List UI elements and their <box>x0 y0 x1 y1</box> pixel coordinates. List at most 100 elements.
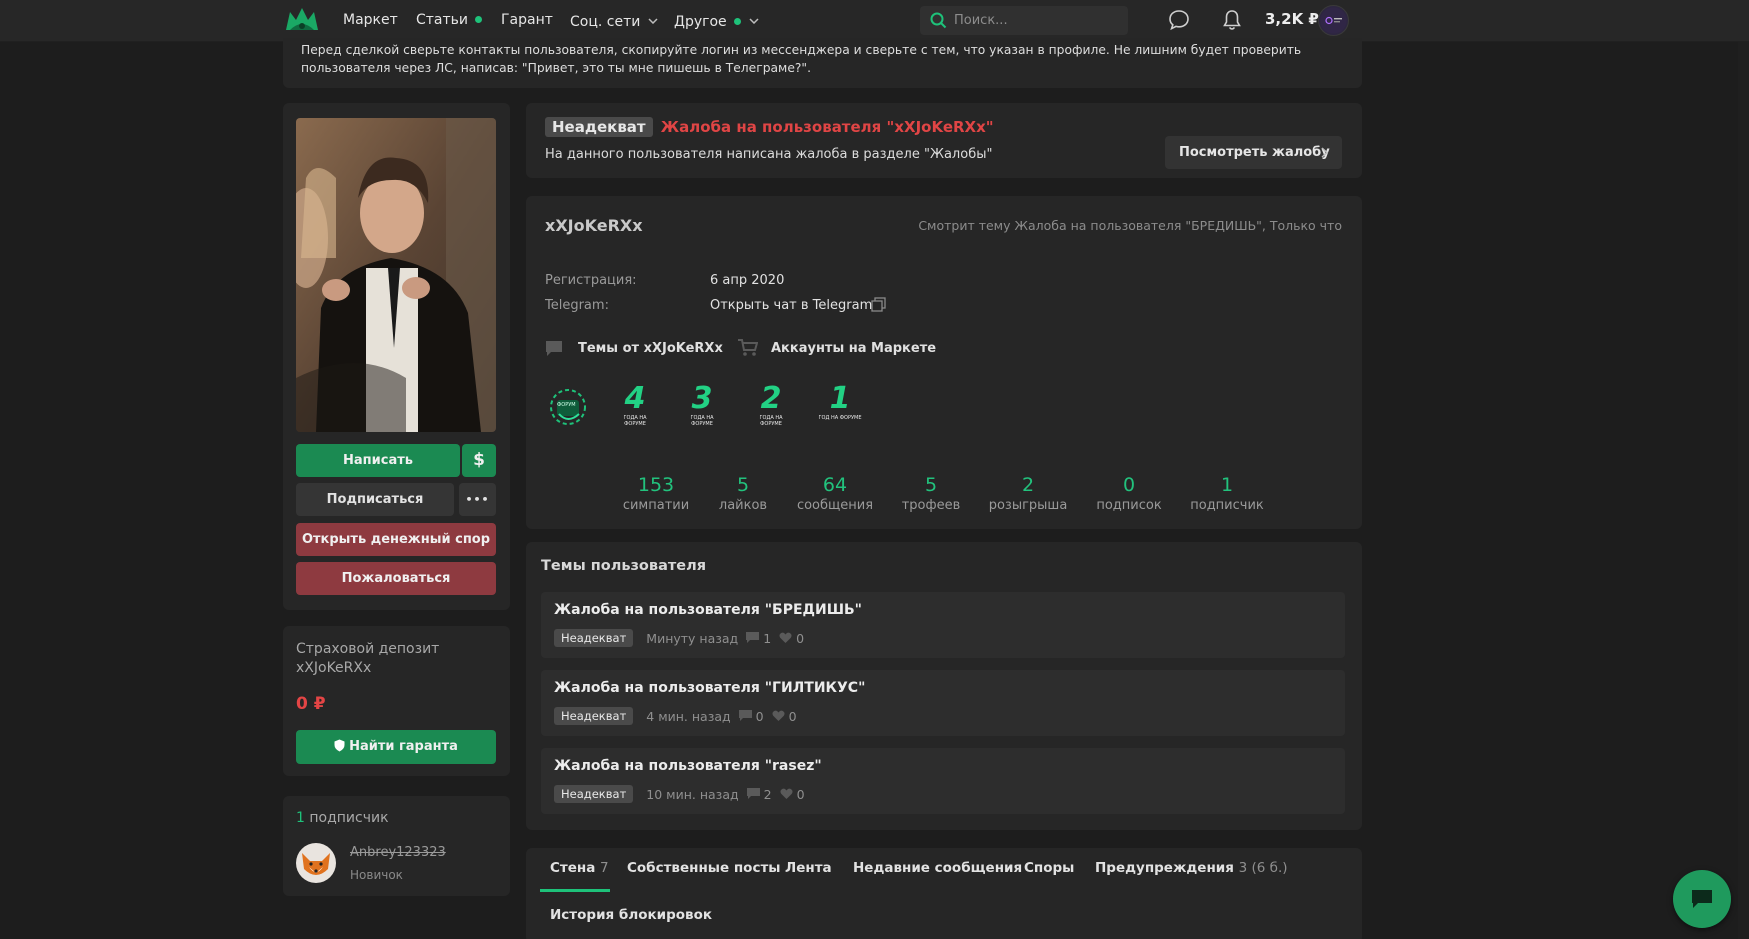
nav-articles[interactable]: Статьи <box>416 12 483 28</box>
stat-giveaways-number: 2 <box>1021 474 1035 496</box>
open-dispute-button[interactable]: Открыть денежный спор <box>296 523 496 556</box>
subscriber-rank: Новичок <box>350 868 403 882</box>
copy-icon[interactable] <box>871 297 886 316</box>
topic-tag[interactable]: Неадекват <box>554 707 634 725</box>
badge-2-years-icon[interactable]: 2 ГОДА НА ФОРУМЕ <box>748 384 794 430</box>
badge-2-text: ГОДА НА ФОРУМЕ <box>690 415 714 427</box>
telegram-label: Telegram: <box>545 298 609 313</box>
nav-other[interactable]: Другое <box>674 12 759 30</box>
tab-wall[interactable]: Стена 7 <box>550 860 609 876</box>
stat-trophies[interactable]: 5 трофеев <box>876 474 986 513</box>
tab-warnings-count: 3 (6 б.) <box>1238 860 1288 876</box>
stat-following-label: подписок <box>1096 498 1162 513</box>
stat-followers[interactable]: 1 подписчик <box>1172 474 1282 513</box>
stat-following[interactable]: 0 подписок <box>1074 474 1184 513</box>
badge-0-text: ФОРУМ <box>557 402 576 408</box>
stat-following-number: 0 <box>1122 474 1136 496</box>
badge-1-text: ГОДА НА ФОРУМЕ <box>623 415 647 427</box>
telegram-link[interactable]: Открыть чат в Telegram <box>710 298 872 313</box>
forum-trophy-icon[interactable]: ФОРУМ <box>545 384 591 430</box>
tab-warnings-label: Предупреждения <box>1095 860 1234 876</box>
chevron-right-icon <box>1321 147 1328 158</box>
nav-guarantor[interactable]: Гарант <box>501 12 553 28</box>
topic-time: Минуту назад <box>646 630 739 646</box>
report-button[interactable]: Пожаловаться <box>296 562 496 595</box>
send-money-button[interactable]: $ <box>462 444 496 477</box>
search-box[interactable] <box>920 6 1128 35</box>
topic-meta: Неадекват Минуту назад 1 0 <box>554 629 804 647</box>
shield-icon <box>334 739 345 752</box>
stat-messages[interactable]: 64 сообщения <box>780 474 890 513</box>
stat-followers-number: 1 <box>1220 474 1234 496</box>
topic-title[interactable]: Жалоба на пользователя "rasez" <box>554 758 822 774</box>
subscribe-button[interactable]: Подписаться <box>296 483 454 516</box>
conversations-icon[interactable] <box>1168 9 1190 35</box>
subscriber-avatar[interactable] <box>296 843 336 883</box>
topic-tag[interactable]: Неадекват <box>554 629 634 647</box>
site-logo-icon[interactable] <box>284 4 320 36</box>
new-dot-icon <box>733 18 741 25</box>
tab-feed-label: Лента <box>785 860 832 876</box>
topic-item[interactable]: Жалоба на пользователя "БРЕДИШЬ" Неадекв… <box>541 592 1345 658</box>
safety-notice: Перед сделкой сверьте контакты пользоват… <box>283 38 1362 88</box>
tab-wall-count: 7 <box>600 860 609 876</box>
balance-display[interactable]: 3,2K ₽ <box>1265 10 1319 28</box>
chat-bubble-icon <box>1692 890 1712 908</box>
heart-icon <box>772 710 785 721</box>
topic-title[interactable]: Жалоба на пользователя "БРЕДИШЬ" <box>554 602 862 618</box>
topic-item[interactable]: Жалоба на пользователя "ГИЛТИКУС" Неадек… <box>541 670 1345 736</box>
profile-activity-status[interactable]: Смотрит тему Жалоба на пользователя "БРЕ… <box>900 218 1342 233</box>
tab-disputes[interactable]: Споры <box>1024 860 1074 876</box>
chat-fab-button[interactable] <box>1673 870 1731 928</box>
tab-own-posts[interactable]: Собственные посты <box>627 860 781 876</box>
search-input[interactable] <box>954 6 1124 35</box>
tab-feed[interactable]: Лента <box>785 860 832 876</box>
cart-icon <box>738 339 759 361</box>
topic-time: 4 мин. назад <box>646 708 731 724</box>
view-complaint-label: Посмотреть жалобу <box>1179 145 1330 160</box>
badge-4-digit: 1 <box>829 381 851 416</box>
complaint-title[interactable]: Жалоба на пользователя "xXJoKeRXx" <box>661 118 994 136</box>
complaint-subtitle: На данного пользователя написана жалоба … <box>545 147 993 162</box>
topic-likes: 0 <box>788 708 797 724</box>
badge-3-text: ГОДА НА ФОРУМЕ <box>759 415 783 427</box>
chevron-down-icon <box>648 12 658 28</box>
badge-1-year-icon[interactable]: 1 ГОД НА ФОРУМЕ <box>817 384 863 430</box>
write-message-button[interactable]: Написать <box>296 444 460 477</box>
market-accounts-link[interactable]: Аккаунты на Маркете <box>771 341 936 356</box>
nav-market[interactable]: Маркет <box>343 12 398 28</box>
bell-icon[interactable] <box>1221 8 1243 36</box>
subscribers-heading[interactable]: 1 подписчик <box>296 810 389 826</box>
badge-3-years-icon[interactable]: 3 ГОДА НА ФОРУМЕ <box>679 384 725 430</box>
tab-warnings[interactable]: Предупреждения 3 (6 б.) <box>1095 860 1288 876</box>
stat-giveaways[interactable]: 2 розыгрыша <box>973 474 1083 513</box>
complaint-tag: Неадекват <box>545 117 653 137</box>
active-tab-indicator <box>540 889 610 892</box>
tab-ban-history[interactable]: История блокировок <box>550 907 712 923</box>
topic-meta: Неадекват 10 мин. назад 2 0 <box>554 785 805 803</box>
page-scrollbar[interactable] <box>1738 42 1749 939</box>
nav-articles-label: Статьи <box>416 12 469 28</box>
topic-tag[interactable]: Неадекват <box>554 785 634 803</box>
stat-messages-label: сообщения <box>796 498 874 513</box>
subscriber-name[interactable]: Anbrey123323 <box>350 845 446 860</box>
view-complaint-button[interactable]: Посмотреть жалобу <box>1165 136 1342 169</box>
badge-4-years-icon[interactable]: 4 ГОДА НА ФОРУМЕ <box>612 384 658 430</box>
profile-avatar-photo[interactable] <box>296 118 496 432</box>
topics-heading: Темы пользователя <box>541 558 707 574</box>
registration-label: Регистрация: <box>545 273 637 288</box>
topic-item[interactable]: Жалоба на пользователя "rasez" Неадекват… <box>541 748 1345 814</box>
user-avatar[interactable] <box>1318 5 1349 36</box>
stat-messages-number: 64 <box>822 474 848 496</box>
topic-comments: 1 <box>763 630 772 646</box>
deposit-user: xXJoKeRXx <box>296 660 372 676</box>
topic-comments: 2 <box>763 786 772 802</box>
topics-comment-icon <box>545 340 563 361</box>
more-actions-button[interactable]: ••• <box>459 483 496 516</box>
topic-title[interactable]: Жалоба на пользователя "ГИЛТИКУС" <box>554 680 865 696</box>
user-topics-link[interactable]: Темы от xXJoKeRXx <box>578 341 723 356</box>
nav-guarantor-label: Гарант <box>501 12 553 28</box>
find-guarantor-button[interactable]: Найти гаранта <box>296 730 496 764</box>
tab-recent-messages[interactable]: Недавние сообщения <box>853 860 1022 876</box>
nav-social[interactable]: Соц. сети <box>570 12 658 30</box>
